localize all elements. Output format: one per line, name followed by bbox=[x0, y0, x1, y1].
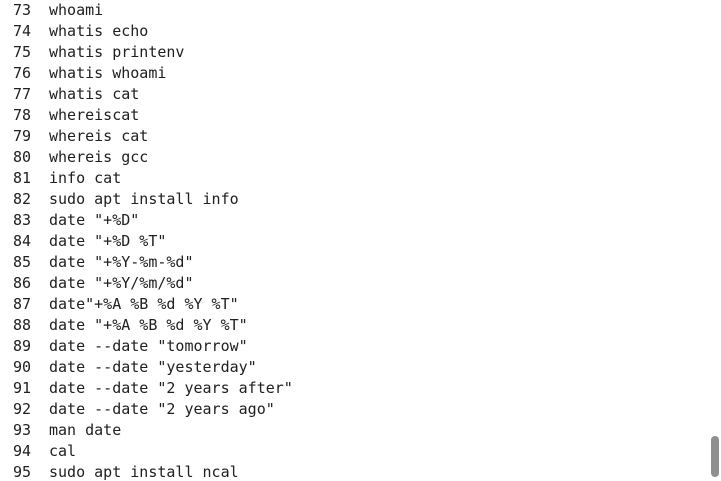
line-number: 90 bbox=[12, 358, 31, 376]
history-line: 82 sudo apt install info bbox=[0, 189, 706, 210]
history-line: 83 date "+%D" bbox=[0, 210, 706, 231]
line-number: 82 bbox=[12, 190, 31, 208]
command-text: whatis whoami bbox=[49, 64, 167, 82]
history-line: 87 date"+%A %B %d %Y %T" bbox=[0, 294, 706, 315]
history-line: 79 whereis cat bbox=[0, 126, 706, 147]
command-text: whereis cat bbox=[49, 127, 149, 145]
history-line: 80 whereis gcc bbox=[0, 147, 706, 168]
history-line: 85 date "+%Y-%m-%d" bbox=[0, 252, 706, 273]
scrollbar-thumb[interactable] bbox=[711, 436, 719, 477]
command-text: date"+%A %B %d %Y %T" bbox=[49, 295, 239, 313]
history-line: 94 cal bbox=[0, 441, 706, 462]
command-text: sudo apt install ncal bbox=[49, 463, 239, 481]
history-line: 93 man date bbox=[0, 420, 706, 441]
line-number: 88 bbox=[12, 316, 31, 334]
history-list: 73 whoami 74 whatis echo 75 whatis printenv… bbox=[0, 0, 706, 481]
line-number: 86 bbox=[12, 274, 31, 292]
history-line: 81 info cat bbox=[0, 168, 706, 189]
history-line: 84 date "+%D %T" bbox=[0, 231, 706, 252]
line-number: 74 bbox=[12, 22, 31, 40]
history-line: 95 sudo apt install ncal bbox=[0, 462, 706, 481]
history-line: 78 whereiscat bbox=[0, 105, 706, 126]
history-line: 88 date "+%A %B %d %Y %T" bbox=[0, 315, 706, 336]
command-text: whatis printenv bbox=[49, 43, 185, 61]
command-text: date "+%D" bbox=[49, 211, 140, 229]
line-number: 77 bbox=[12, 85, 31, 103]
line-number: 87 bbox=[12, 295, 31, 313]
history-line: 91 date --date "2 years after" bbox=[0, 378, 706, 399]
line-number: 81 bbox=[12, 169, 31, 187]
history-line: 86 date "+%Y/%m/%d" bbox=[0, 273, 706, 294]
command-text: date "+%Y-%m-%d" bbox=[49, 253, 194, 271]
command-text: whereis gcc bbox=[49, 148, 149, 166]
command-text: date --date "2 years after" bbox=[49, 379, 293, 397]
line-number: 93 bbox=[12, 421, 31, 439]
command-text: man date bbox=[49, 421, 122, 439]
history-line: 77 whatis cat bbox=[0, 84, 706, 105]
line-number: 85 bbox=[12, 253, 31, 271]
line-number: 79 bbox=[12, 127, 31, 145]
command-text: date --date "2 years ago" bbox=[49, 400, 275, 418]
command-text: date "+%D %T" bbox=[49, 232, 167, 250]
line-number: 76 bbox=[12, 64, 31, 82]
command-text: whatis cat bbox=[49, 85, 140, 103]
line-number: 94 bbox=[12, 442, 31, 460]
history-line: 75 whatis printenv bbox=[0, 42, 706, 63]
history-line: 76 whatis whoami bbox=[0, 63, 706, 84]
history-line: 89 date --date "tomorrow" bbox=[0, 336, 706, 357]
command-text: date --date "tomorrow" bbox=[49, 337, 248, 355]
line-number: 92 bbox=[12, 400, 31, 418]
command-text: date "+%Y/%m/%d" bbox=[49, 274, 194, 292]
line-number: 95 bbox=[12, 463, 31, 481]
line-number: 83 bbox=[12, 211, 31, 229]
command-text: whatis echo bbox=[49, 22, 149, 40]
command-text: date "+%A %B %d %Y %T" bbox=[49, 316, 248, 334]
line-number: 78 bbox=[12, 106, 31, 124]
line-number: 80 bbox=[12, 148, 31, 166]
command-text: info cat bbox=[49, 169, 122, 187]
command-text: whereiscat bbox=[49, 106, 140, 124]
vertical-scrollbar[interactable] bbox=[706, 0, 721, 481]
command-text: cal bbox=[49, 442, 77, 460]
command-text: whoami bbox=[49, 1, 104, 19]
history-line: 74 whatis echo bbox=[0, 21, 706, 42]
line-number: 91 bbox=[12, 379, 31, 397]
command-text: sudo apt install info bbox=[49, 190, 239, 208]
line-number: 84 bbox=[12, 232, 31, 250]
terminal-output[interactable]: 73 whoami 74 whatis echo 75 whatis printenv… bbox=[0, 0, 721, 481]
history-line: 92 date --date "2 years ago" bbox=[0, 399, 706, 420]
line-number: 73 bbox=[12, 1, 31, 19]
history-line: 90 date --date "yesterday" bbox=[0, 357, 706, 378]
history-line: 73 whoami bbox=[0, 0, 706, 21]
command-text: date --date "yesterday" bbox=[49, 358, 257, 376]
line-number: 89 bbox=[12, 337, 31, 355]
line-number: 75 bbox=[12, 43, 31, 61]
